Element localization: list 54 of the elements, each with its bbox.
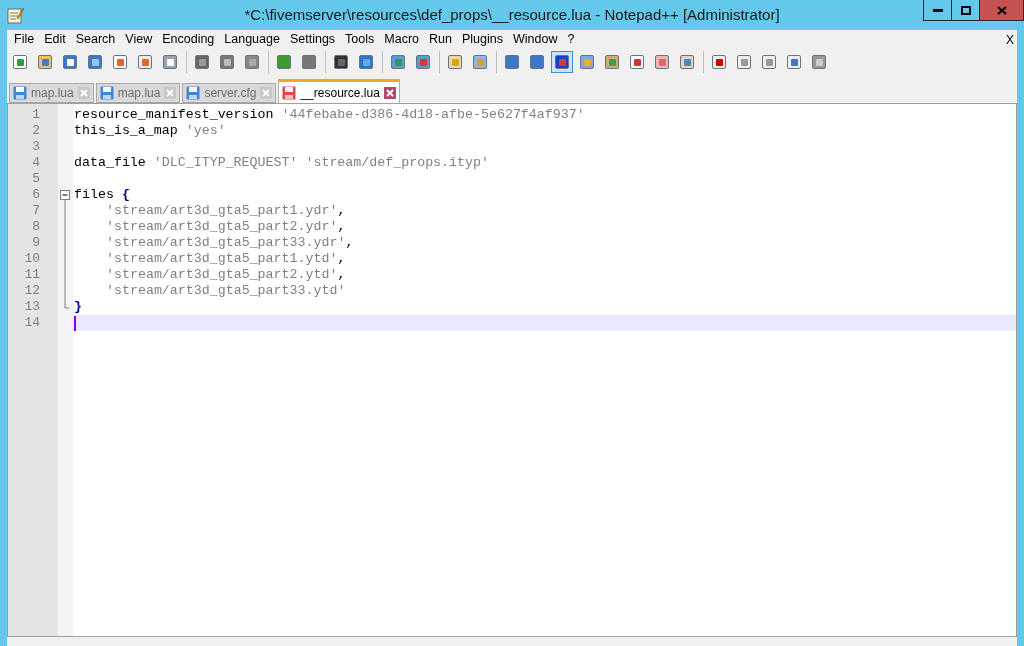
menu-item[interactable]: Encoding: [157, 30, 220, 49]
window-title: *C:\fivemserver\resources\def_props\__resource.lua - Notepad++ [Administrator]: [244, 4, 780, 25]
line-number: 6: [31, 187, 41, 203]
menu-item[interactable]: File: [9, 30, 40, 49]
toolbar-button[interactable]: [551, 50, 573, 73]
menu-item[interactable]: View: [120, 30, 158, 49]
menu-item[interactable]: Language: [219, 30, 285, 49]
code-line: 'stream/art3d_gta5_part2.ytd',: [105, 267, 346, 283]
menu-item[interactable]: ?: [562, 30, 580, 49]
menu-item[interactable]: Plugins: [456, 30, 508, 49]
code-line: 'stream/art3d_gta5_part1.ytd',: [105, 251, 346, 267]
file-tab[interactable]: map.lua: [95, 83, 181, 103]
file-tab[interactable]: __resource.lua: [278, 79, 400, 103]
code-line: 'stream/art3d_gta5_part1.ydr',: [105, 203, 346, 219]
file-tab[interactable]: map.lua: [9, 83, 94, 103]
line-number: 12: [23, 283, 41, 299]
line-number: 10: [23, 251, 41, 267]
menu-item[interactable]: Search: [70, 30, 121, 49]
code-line: 'stream/art3d_gta5_part2.ydr',: [105, 219, 346, 235]
code-line: files {: [74, 187, 130, 203]
menu-item[interactable]: Tools: [340, 30, 380, 49]
code-line: 'stream/art3d_gta5_part33.ytd': [105, 283, 346, 299]
line-number: 11: [23, 267, 41, 283]
maximize-icon: [960, 5, 971, 15]
line-number: 9: [31, 235, 41, 251]
menu-item[interactable]: Run: [424, 30, 457, 49]
code-line: 'stream/art3d_gta5_part33.ydr',: [105, 235, 354, 251]
code-line: data_file 'DLC_ITYP_REQUEST' 'stream/def_props.ityp': [74, 155, 489, 171]
close-icon: [996, 5, 1007, 15]
line-number: 5: [31, 171, 41, 187]
code-line: this_is_a_map 'yes': [74, 123, 226, 139]
menu-item[interactable]: Macro: [379, 30, 425, 49]
minimize-icon: [932, 8, 943, 12]
line-number: 2: [31, 123, 41, 139]
minimize-button[interactable]: [923, 0, 952, 21]
file-tab[interactable]: server.cfg: [182, 83, 277, 103]
line-number: 3: [31, 139, 41, 155]
line-number: 8: [31, 219, 41, 235]
text-cursor: [74, 315, 76, 331]
close-button[interactable]: [979, 0, 1024, 21]
document-close-button[interactable]: X: [1006, 30, 1014, 49]
menu-item[interactable]: Edit: [39, 30, 71, 49]
notepad-icon: [7, 6, 25, 24]
menu-item[interactable]: Settings: [284, 30, 341, 49]
line-number: 1: [31, 107, 41, 123]
tab-close-icon[interactable]: [383, 86, 396, 99]
code-line: resource_manifest_version '44febabe-d386-4d18-afbe-5e627f4af937': [74, 107, 585, 123]
line-number: 14: [23, 315, 41, 331]
code-line: }: [74, 299, 82, 315]
fold-collapse-icon[interactable]: [59, 187, 70, 203]
line-number: 13: [23, 299, 41, 315]
menu-item[interactable]: Window: [507, 30, 563, 49]
line-number: 4: [31, 155, 41, 171]
line-number: 7: [31, 203, 41, 219]
